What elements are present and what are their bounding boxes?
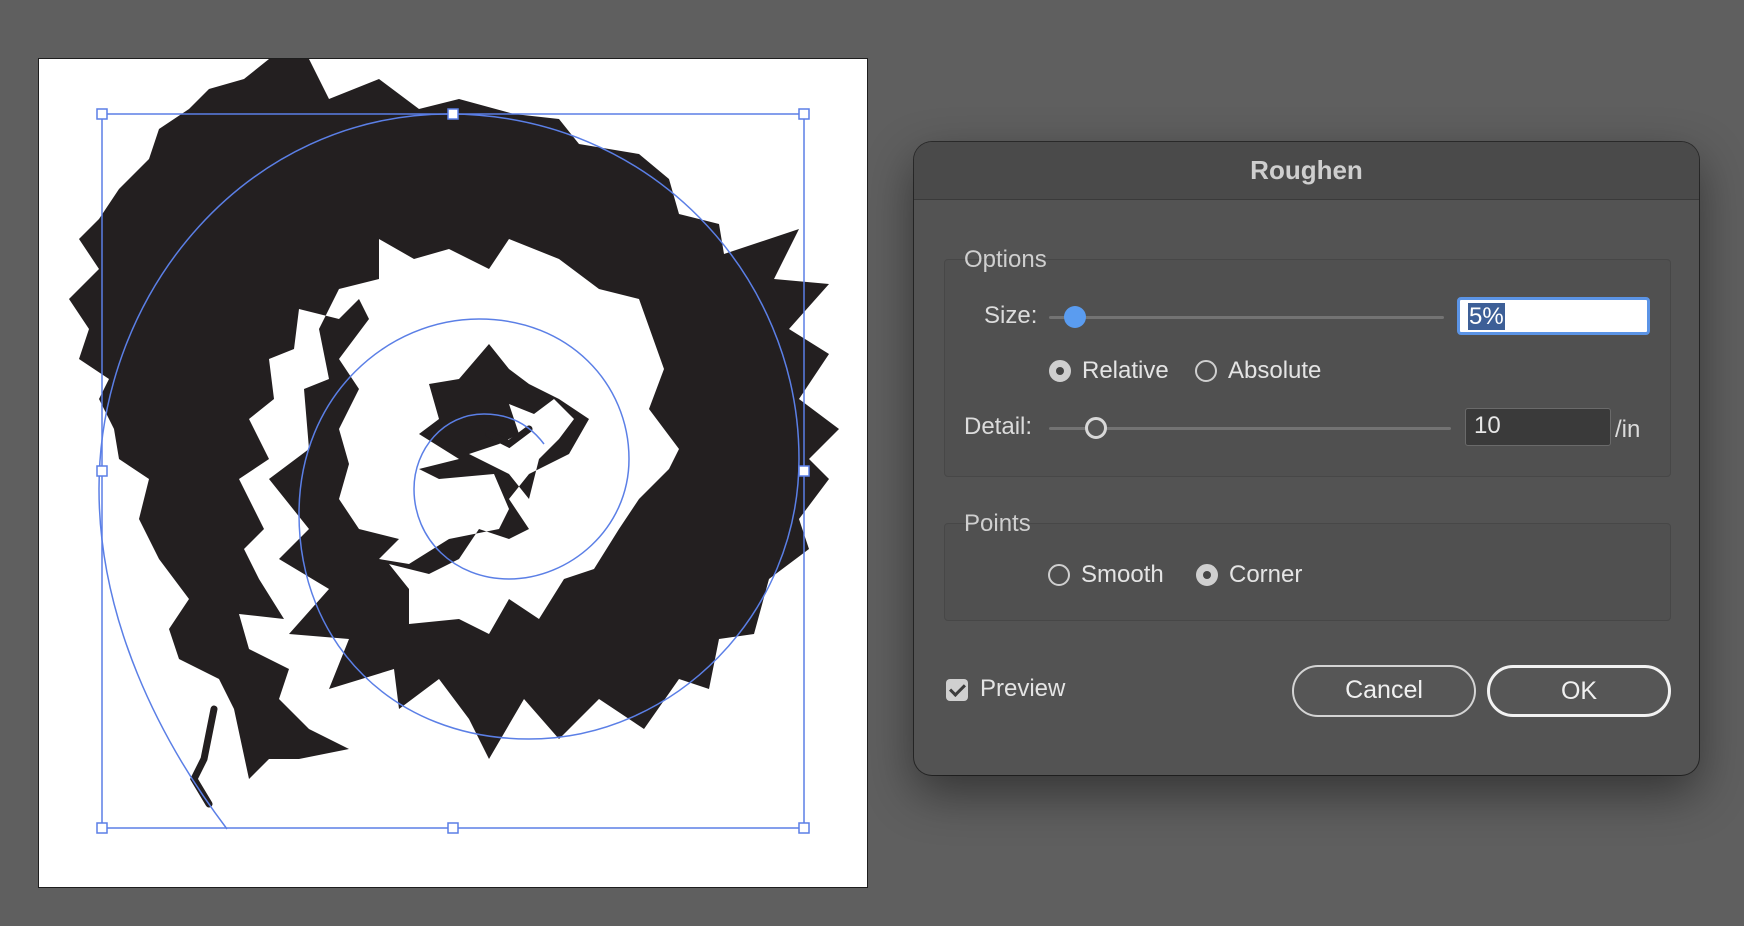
size-slider-track[interactable] — [1049, 316, 1444, 319]
detail-slider-track[interactable] — [1049, 427, 1451, 430]
bbox-handle-bottom-center[interactable] — [447, 822, 459, 834]
size-input-value: 5% — [1468, 303, 1505, 330]
size-input[interactable]: 5% — [1457, 297, 1650, 335]
points-group-label: Points — [964, 510, 1031, 537]
bbox-handle-bottom-left[interactable] — [96, 822, 108, 834]
artwork-svg[interactable] — [39, 59, 867, 887]
ok-button[interactable]: OK — [1487, 665, 1671, 717]
dialog-titlebar[interactable]: Roughen — [914, 142, 1699, 200]
bbox-handle-bottom-right[interactable] — [798, 822, 810, 834]
detail-unit-label: /in — [1615, 416, 1641, 443]
preview-label[interactable]: Preview — [980, 675, 1065, 703]
options-group-label: Options — [964, 246, 1047, 273]
smooth-radio[interactable] — [1048, 564, 1070, 586]
artboard[interactable] — [38, 58, 868, 888]
spiral-tail-stroke[interactable] — [190, 705, 218, 808]
roughened-spiral-shape[interactable] — [69, 59, 839, 779]
bbox-handle-middle-left[interactable] — [96, 465, 108, 477]
bbox-handle-top-right[interactable] — [798, 108, 810, 120]
size-label: Size: — [984, 302, 1038, 329]
size-slider-thumb[interactable] — [1064, 306, 1086, 328]
bbox-handle-top-center[interactable] — [447, 108, 459, 120]
absolute-radio[interactable] — [1195, 360, 1217, 382]
corner-radio-label[interactable]: Corner — [1229, 561, 1302, 589]
cancel-button[interactable]: Cancel — [1292, 665, 1476, 717]
detail-input[interactable]: 10 — [1465, 408, 1611, 446]
relative-radio-label[interactable]: Relative — [1082, 357, 1169, 385]
smooth-radio-label[interactable]: Smooth — [1081, 561, 1164, 589]
detail-slider-thumb[interactable] — [1085, 417, 1107, 439]
absolute-radio-label[interactable]: Absolute — [1228, 357, 1321, 385]
roughen-dialog: Roughen Options Size: 5% Relative Absolu… — [914, 142, 1699, 775]
preview-checkbox[interactable] — [946, 679, 968, 701]
bbox-handle-middle-right[interactable] — [798, 465, 810, 477]
detail-label: Detail: — [964, 413, 1033, 440]
relative-radio[interactable] — [1049, 360, 1071, 382]
corner-radio[interactable] — [1196, 564, 1218, 586]
dialog-title: Roughen — [1250, 155, 1363, 185]
detail-input-value: 10 — [1474, 412, 1501, 439]
bbox-handle-top-left[interactable] — [96, 108, 108, 120]
